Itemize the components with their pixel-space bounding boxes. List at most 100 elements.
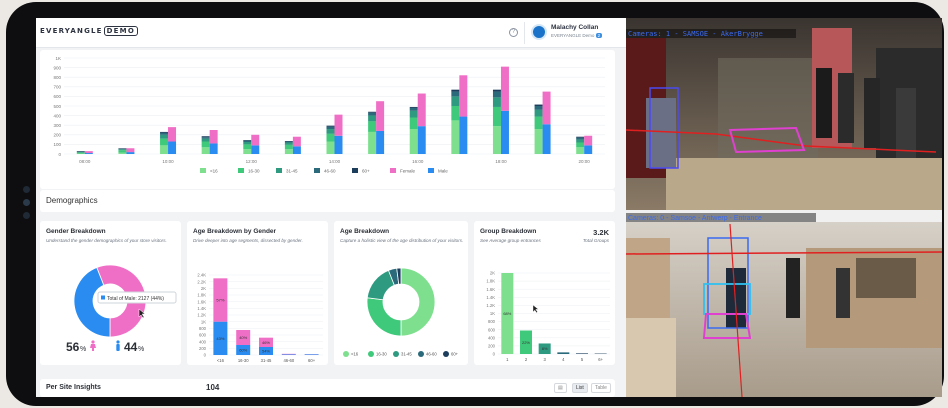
legend-label: 31-45 [401,352,412,357]
per-site-count: 104 [206,383,220,392]
bar-segment-age [492,91,501,98]
bar-segment-age [409,129,418,154]
bar-segment-gender [251,134,260,146]
male-icon [116,340,120,351]
male-percent: 44 [124,340,138,354]
legend-swatch [393,351,399,357]
bar-data-label: 60% [239,348,247,353]
user-menu[interactable]: Malachy Collan EVERYANGLE Demo 2 [524,22,622,44]
bar-data-label: 43% [216,336,224,341]
bar-segment-age [451,91,460,97]
x-tick-label: 16-30 [238,358,249,363]
age-donut-chart: <16 16-30 31-45 46-60 60+ [343,267,459,357]
bar-segment-age [409,110,418,118]
y-tick-label: 0 [204,353,207,358]
legend-label: Male [438,169,448,174]
bar-data-label: 8% [542,346,548,351]
legend-label: 31-45 [286,169,298,174]
app-logo[interactable]: EVERYANGLE DEMO [40,26,138,36]
x-tick-label: 46-60 [283,358,294,363]
female-percent: 56 [66,340,80,354]
y-tick-label: 1.6K [197,299,206,304]
per-site-insights-bar: Per Site Insights 104 ▤ List Table [40,379,615,397]
x-tick-label: 31-45 [261,358,272,363]
tooltip-text: Total of Male: 2127 (44%) [107,296,164,302]
legend-label: 16-30 [248,169,260,174]
bar-segment-age [409,107,418,111]
donut-slice [366,297,402,337]
help-circle-icon[interactable]: ? [509,28,518,37]
top-bar: EVERYANGLE DEMO ? Malachy Collan EVERYANG… [36,18,626,48]
bar-segment-age [284,142,293,145]
female-percent-sign: % [80,346,86,353]
bar-segment-age [118,149,127,151]
bar-segment-age [201,141,210,148]
y-tick-label: 1.2K [197,313,206,318]
cursor-icon [532,304,539,314]
bar-data-label: 68% [503,311,511,316]
y-tick-label: 400 [199,339,207,344]
gender-card: Gender Breakdown Understand the gender d… [40,221,181,365]
bar-segment-age [284,141,293,143]
y-tick-label: 700 [53,85,61,90]
bar-segment-gender [376,101,385,131]
demographics-header: Demographics [40,190,615,212]
y-tick-label: 2K [490,271,495,276]
y-tick-label: 1K [55,56,61,61]
bar-segment-age [576,142,585,148]
hourly-visitors-chart: 0 100 200 300 400 500 600 700 800 900 1K 08:00 10:00… [53,56,605,174]
table-toggle-button[interactable]: Table [591,383,611,393]
bar-segment-age [409,106,418,108]
legend-swatch [343,351,349,357]
group-bar [557,352,570,354]
filter-toggle[interactable]: ▤ [554,383,567,393]
y-tick-label: 200 [53,133,61,138]
y-tick-label: 600 [488,327,496,332]
y-tick-label: 1.2K [486,303,495,308]
bar-segment-gender [542,124,551,154]
y-tick-label: 800 [488,319,496,324]
bar-segment-age [326,129,335,134]
list-toggle-button[interactable]: List [572,383,588,393]
bar-segment-gender [500,110,509,154]
bar-segment-age [534,104,543,106]
donut-slice [400,267,436,337]
y-tick-label: 1.4K [486,295,495,300]
bar-segment-age [243,149,252,154]
x-tick-label: 60+ [308,358,316,363]
y-tick-label: 800 [199,326,207,331]
gender-donut-chart: Total of Male: 2127 (44%) 56 % 44 % [66,264,177,354]
bar-segment-age [451,106,460,121]
bar-segment-gender [584,145,593,154]
camera-1-label: Cameras: 1 - SAMSOE - AkerBrygge [628,30,763,38]
x-tick-label: 3 [543,357,546,362]
camera-feed-2: Cameras: 0 - Samsoe - Antwerp - Entrance [626,210,942,397]
bar-segment-age [534,106,543,110]
y-tick-label: 400 [53,113,61,118]
x-tick-label: 08:00 [79,159,91,164]
y-tick-label: 1.6K [486,287,495,292]
camera-feed-1: Cameras: 1 - SAMSOE - AkerBrygge [626,18,942,210]
legend-swatch [314,168,320,173]
male-stat: 44 % [116,340,144,354]
bar-segment-age [492,106,501,127]
bar-segment-gender [251,145,260,154]
female-stat: 56 % [66,340,96,354]
bar-segment-age [160,132,169,135]
bar-segment-age [368,131,377,154]
legend-label: <16 [210,169,218,174]
bar-segment-age [492,126,501,154]
bar-segment-age [284,144,293,150]
bar-segment-gender [126,152,135,154]
legend-swatch [352,168,358,173]
male-percent-sign: % [138,346,144,353]
bar-segment-age [326,141,335,154]
camera-feed-images: Cameras: 1 - SAMSOE - AkerBrygge Cameras… [626,18,942,397]
bar-segment-age [368,111,377,113]
x-tick-label: 4 [562,357,565,362]
bar-segment-age [576,147,585,154]
bar-segment-gender [126,148,135,153]
bar-segment-gender [292,136,301,147]
legend-label: 16-30 [376,352,387,357]
group-bar [576,353,588,354]
